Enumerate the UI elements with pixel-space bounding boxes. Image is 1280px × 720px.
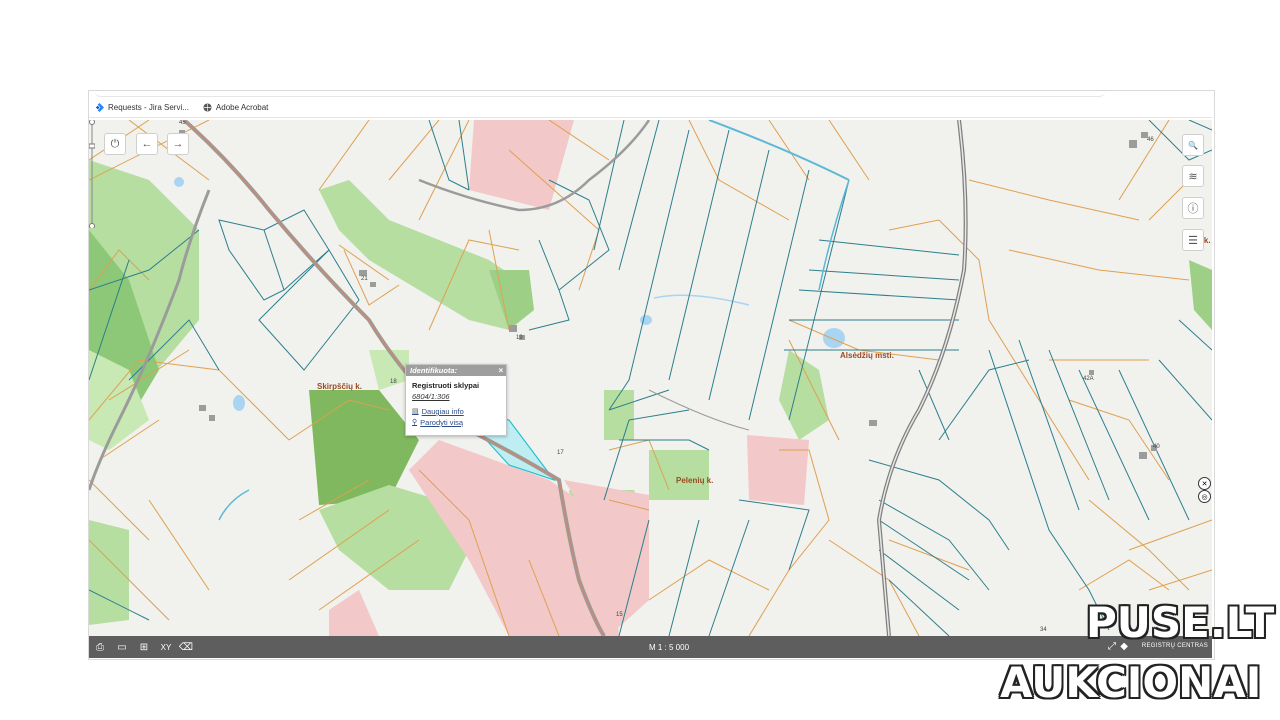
forest-area [649, 450, 709, 500]
bookmark-jira[interactable]: Requests - Jira Servi... [95, 103, 189, 112]
house-number: 18 [390, 379, 397, 385]
highlighted-parcel [329, 590, 379, 636]
power-button[interactable]: ⏻ [104, 133, 126, 155]
house-number: 15 [616, 612, 623, 618]
more-info-label: Daugiau info [421, 407, 464, 416]
map-canvas[interactable]: Skirpščių k. Alsėdžių msti. Pelenių k. Y… [89, 120, 1212, 636]
forest-area [309, 390, 419, 505]
document-button[interactable]: ☰ [1182, 229, 1204, 251]
house-number: 34 [1040, 627, 1047, 633]
place-label-alsedziai: Alsėdžių msti. [840, 351, 894, 360]
popup-heading: Registruoti sklypai [412, 381, 480, 390]
forest-area [89, 520, 129, 625]
water-body [640, 315, 652, 325]
house-number: 46 [1147, 137, 1154, 143]
add-page-icon[interactable]: ⊞ [135, 642, 153, 653]
highlighted-parcel [747, 435, 809, 505]
house-number: 21 [361, 276, 368, 282]
bookmark-jira-label: Requests - Jira Servi... [108, 103, 189, 112]
jira-icon [95, 103, 104, 112]
ditch [218, 489, 250, 521]
identify-popup: Identifikuota: × Registruoti sklypai 680… [405, 364, 507, 436]
watermark-line2: AUKCIONAI [1000, 658, 1262, 707]
popup-close-button[interactable]: × [498, 365, 503, 376]
house-number: 45 [179, 120, 186, 126]
map-bottom-toolbar: ⎙ ▭ ⊞ XY ⌫ M 1 : 5 000 ⤢ ◆ REGISTRŲ CENT… [89, 636, 1212, 658]
forest-area [1189, 260, 1212, 330]
house-number: 42A [1083, 376, 1094, 382]
forest-area [604, 390, 634, 440]
popup-title: Identifikuota: [410, 366, 458, 375]
cadastral-map-layer [89, 120, 1212, 636]
show-all-label: Parodyti visą [420, 418, 464, 427]
parcel-id-link[interactable]: 6804/1:306 [412, 391, 500, 402]
info-button[interactable]: ⓘ [1182, 197, 1204, 219]
path [648, 389, 750, 431]
watermark-line1: PUSE.LT [1086, 598, 1275, 647]
back-button[interactable]: ← [136, 133, 158, 155]
arrow-right-icon: → [172, 138, 184, 150]
water-body [174, 177, 184, 187]
forest-area [319, 180, 529, 330]
ruler-icon[interactable]: ▭ [113, 642, 131, 653]
house-number: 19 [516, 335, 523, 341]
forest-area [779, 350, 829, 440]
bookmark-acrobat-label: Adobe Acrobat [215, 103, 269, 112]
info-list-icon: ▤ [412, 408, 419, 415]
power-icon: ⏻ [110, 137, 120, 150]
popup-header: Identifikuota: × [406, 365, 506, 376]
highlighted-parcel [469, 120, 574, 210]
info-icon: ⓘ [1187, 203, 1199, 215]
bookmark-acrobat[interactable]: Adobe Acrobat [203, 103, 268, 112]
show-all-link[interactable]: ⚲ Parodyti visą [412, 417, 500, 428]
water-body [823, 328, 845, 348]
address-bar-edge [95, 90, 1105, 97]
forward-button[interactable]: → [167, 133, 189, 155]
zoom-handle[interactable] [89, 143, 95, 149]
search-icon: 🔍 [1188, 140, 1198, 150]
layers-button[interactable]: ≋ [1182, 165, 1204, 187]
arrow-left-icon: ← [141, 138, 153, 150]
water-body [233, 395, 245, 411]
globe-icon [203, 103, 212, 112]
close-panel-icon[interactable]: ✕ [1198, 477, 1211, 490]
place-label-skirpsciai: Skirpščių k. [317, 382, 362, 391]
house-number: 40 [1153, 444, 1160, 450]
ditch [708, 120, 850, 181]
house-number: 17 [557, 450, 564, 456]
magnifier-icon: ⚲ [412, 419, 418, 426]
more-info-link[interactable]: ▤ Daugiau info [412, 406, 500, 417]
zoom-slider[interactable] [89, 120, 95, 228]
xy-button[interactable]: XY [157, 643, 175, 652]
place-label-peleniai: Pelenių k. [676, 476, 714, 485]
eraser-icon[interactable]: ⌫ [177, 642, 195, 653]
map-scale: M 1 : 5 000 [649, 643, 690, 652]
bookmarks-bar: Requests - Jira Servi... Adobe Acrobat [89, 98, 1212, 118]
print-icon[interactable]: ⎙ [91, 642, 109, 653]
stream [653, 294, 750, 306]
layers-icon: ≋ [1188, 170, 1198, 183]
document-icon: ☰ [1188, 234, 1198, 247]
gps-icon[interactable]: ◎ [1198, 490, 1211, 503]
search-button[interactable]: 🔍 [1182, 134, 1204, 156]
